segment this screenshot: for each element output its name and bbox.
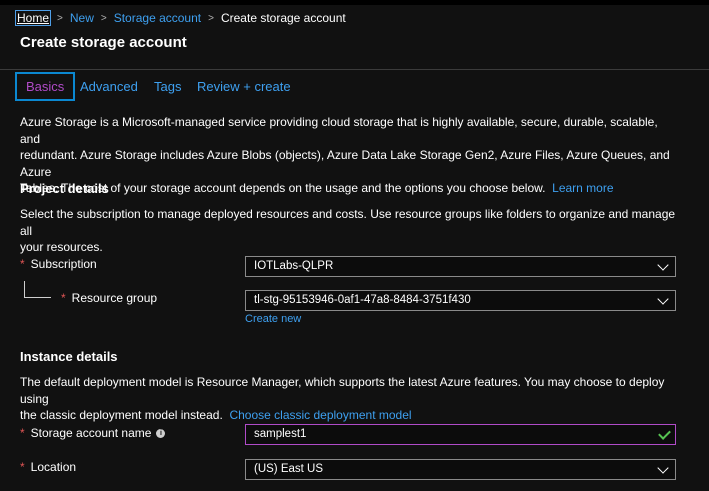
breadcrumb-storage-account-link[interactable]: Storage account	[114, 11, 201, 25]
top-strip	[0, 0, 709, 5]
breadcrumb-separator: >	[208, 12, 214, 24]
page-title: Create storage account	[20, 34, 187, 51]
chevron-down-icon	[657, 462, 669, 474]
classic-deployment-link[interactable]: Choose classic deployment model	[229, 408, 411, 422]
breadcrumb-new-link[interactable]: New	[70, 11, 94, 25]
required-marker: *	[61, 291, 66, 305]
breadcrumb-home-link[interactable]: Home	[14, 10, 52, 26]
storage-account-name-label-text: Storage account name	[30, 426, 152, 440]
storage-account-name-input[interactable]: samplest1	[245, 424, 676, 445]
intro-line: Azure Storage is a Microsoft-managed ser…	[20, 115, 658, 146]
project-details-description: Select the subscription to manage deploy…	[20, 206, 680, 256]
instance-details-description: The default deployment model is Resource…	[20, 374, 680, 424]
required-marker: *	[20, 426, 25, 440]
instance-details-line: the classic deployment model instead. Ch…	[20, 407, 680, 424]
header-divider	[0, 69, 709, 70]
chevron-down-icon	[657, 259, 669, 271]
project-details-line: Select the subscription to manage deploy…	[20, 207, 676, 238]
breadcrumb: Home > New > Storage account > Create st…	[14, 10, 346, 26]
breadcrumb-separator: >	[57, 12, 63, 24]
instance-details-line: The default deployment model is Resource…	[20, 375, 665, 406]
intro-line: Tables. The cost of your storage account…	[20, 180, 680, 197]
location-label-text: Location	[30, 460, 77, 474]
info-icon[interactable]: i	[156, 429, 166, 439]
tree-connector-vertical	[24, 281, 25, 297]
subscription-label-text: Subscription	[30, 257, 97, 271]
location-dropdown[interactable]: (US) East US	[245, 459, 676, 480]
required-marker: *	[20, 257, 25, 271]
intro-line: redundant. Azure Storage includes Azure …	[20, 148, 670, 179]
tab-tags[interactable]: Tags	[154, 72, 181, 101]
tab-basics-label: Basics	[26, 79, 65, 94]
resource-group-dropdown[interactable]: tl-stg-95153946-0af1-47a8-8484-3751f430	[245, 290, 676, 311]
intro-description: Azure Storage is a Microsoft-managed ser…	[20, 114, 680, 197]
chevron-down-icon	[657, 293, 669, 305]
storage-account-name-label: * Storage account name i	[20, 426, 166, 440]
instance-details-line-text: the classic deployment model instead.	[20, 408, 223, 422]
storage-account-name-value: samplest1	[254, 428, 307, 440]
create-new-resource-group-link[interactable]: Create new	[245, 313, 301, 325]
subscription-label: * Subscription	[20, 257, 97, 271]
location-label: * Location	[20, 460, 76, 474]
breadcrumb-separator: >	[100, 12, 107, 24]
instance-details-heading: Instance details	[20, 349, 118, 364]
checkmark-icon	[658, 427, 671, 440]
subscription-value: IOTLabs-QLPR	[254, 260, 334, 272]
breadcrumb-current: Create storage account	[220, 11, 346, 25]
location-value: (US) East US	[254, 463, 324, 475]
subscription-dropdown[interactable]: IOTLabs-QLPR	[245, 256, 676, 277]
learn-more-link[interactable]: Learn more	[552, 181, 613, 195]
required-marker: *	[20, 460, 25, 474]
project-details-heading: Project details	[20, 181, 109, 196]
resource-group-value: tl-stg-95153946-0af1-47a8-8484-3751f430	[254, 294, 471, 306]
tree-connector-horizontal	[24, 297, 51, 298]
resource-group-label-text: Resource group	[71, 291, 158, 305]
resource-group-label: * Resource group	[61, 291, 157, 305]
tab-basics[interactable]: Basics	[15, 72, 76, 101]
project-details-line: your resources.	[20, 240, 103, 254]
tab-review-create[interactable]: Review + create	[197, 72, 291, 101]
tab-advanced[interactable]: Advanced	[80, 72, 138, 101]
